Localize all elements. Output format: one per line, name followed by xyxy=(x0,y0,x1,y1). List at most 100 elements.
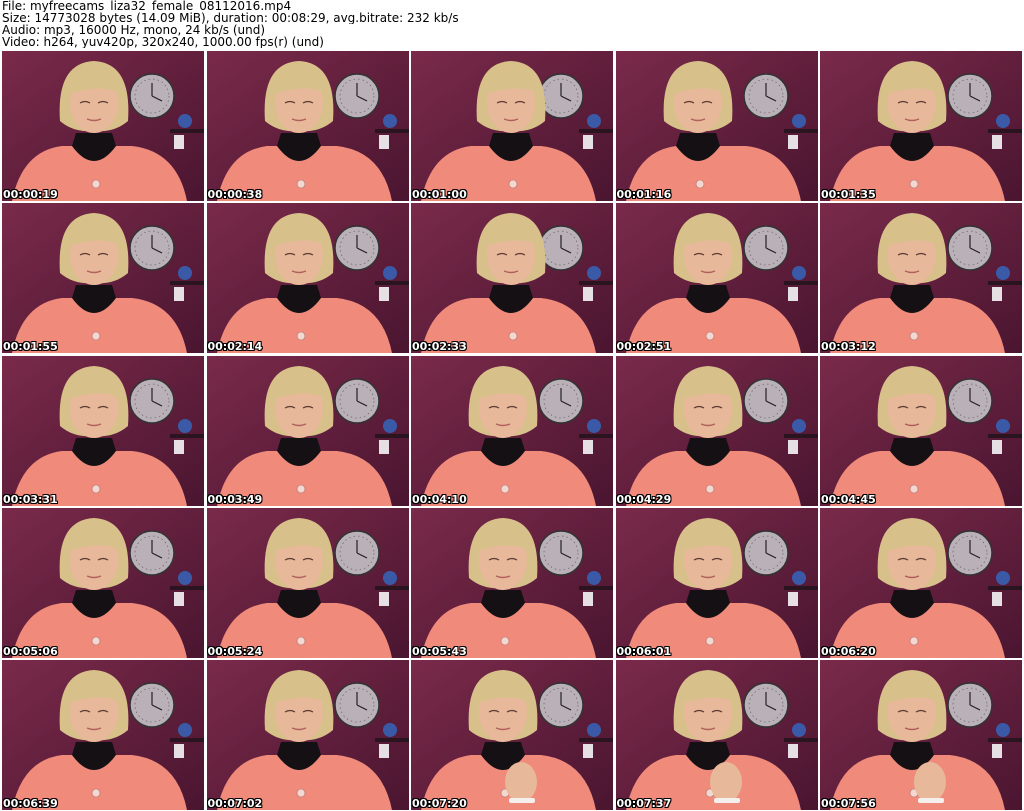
wall-clock-icon xyxy=(742,377,789,424)
video-thumbnail: 00:06:01 xyxy=(615,507,818,658)
video-thumbnail: 00:07:02 xyxy=(206,660,409,810)
wall-clock-icon xyxy=(742,225,789,271)
timestamp-label: 00:03:49 xyxy=(207,492,263,506)
timestamp-label: 00:06:01 xyxy=(616,644,672,658)
file-info-header: File: myfreecams_liza32_female_08112016.… xyxy=(0,0,1024,50)
timestamp-label: 00:06:39 xyxy=(3,797,58,810)
video-thumbnail: 00:04:10 xyxy=(411,355,613,506)
file-size-line: Size: 14773028 bytes (14.09 MiB), durati… xyxy=(2,12,459,24)
webcam-frame xyxy=(615,51,818,201)
video-thumbnail: 00:02:51 xyxy=(615,203,818,354)
video-thumbnail: 00:04:29 xyxy=(615,355,818,506)
webcam-frame xyxy=(2,660,204,810)
webcam-frame xyxy=(411,355,613,506)
wall-clock-icon xyxy=(538,530,584,576)
wall-clock-icon xyxy=(742,73,789,119)
wall-clock-icon xyxy=(538,377,584,424)
webcam-frame xyxy=(615,203,818,354)
webcam-frame xyxy=(820,507,1022,658)
webcam-frame xyxy=(2,507,204,658)
timestamp-label: 00:05:43 xyxy=(412,644,467,658)
video-thumbnail: 00:07:20 xyxy=(411,660,613,810)
wall-clock-icon xyxy=(742,530,789,576)
timestamp-label: 00:04:29 xyxy=(616,492,672,506)
wall-clock-icon xyxy=(129,73,175,119)
video-thumbnail: 00:05:43 xyxy=(411,507,613,658)
wall-clock-icon xyxy=(333,73,380,119)
webcam-frame xyxy=(206,203,409,354)
wall-clock-icon xyxy=(947,682,993,728)
video-thumbnail: 00:00:38 xyxy=(206,51,409,201)
video-thumbnail: 00:05:24 xyxy=(206,507,409,658)
timestamp-label: 00:00:19 xyxy=(3,188,58,201)
video-thumbnail: 00:07:37 xyxy=(615,660,818,810)
webcam-frame xyxy=(206,51,409,201)
video-thumbnail: 00:02:14 xyxy=(206,203,409,354)
video-thumbnail: 00:01:00 xyxy=(411,51,613,201)
webcam-frame xyxy=(2,51,204,201)
webcam-frame xyxy=(820,203,1022,354)
video-thumbnail: 00:06:20 xyxy=(820,507,1022,658)
video-thumbnail: 00:04:45 xyxy=(820,355,1022,506)
timestamp-label: 00:07:02 xyxy=(207,797,263,810)
webcam-frame xyxy=(411,203,613,354)
webcam-frame xyxy=(411,507,613,658)
timestamp-label: 00:07:56 xyxy=(821,797,876,810)
timestamp-label: 00:01:35 xyxy=(821,188,876,201)
video-thumbnail: 00:00:19 xyxy=(2,51,204,201)
video-thumbnail: 00:07:56 xyxy=(820,660,1022,810)
wall-clock-icon xyxy=(947,377,993,424)
timestamp-label: 00:02:33 xyxy=(412,340,467,354)
webcam-frame xyxy=(411,660,613,810)
video-thumbnail: 00:06:39 xyxy=(2,660,204,810)
webcam-frame xyxy=(411,51,613,201)
wall-clock-icon xyxy=(538,682,584,728)
file-name-line: File: myfreecams_liza32_female_08112016.… xyxy=(2,0,292,12)
timestamp-label: 00:06:20 xyxy=(821,644,876,658)
webcam-frame xyxy=(615,507,818,658)
webcam-frame xyxy=(206,660,409,810)
wall-clock-icon xyxy=(947,73,993,119)
wall-clock-icon xyxy=(129,530,175,576)
webcam-frame xyxy=(820,51,1022,201)
timestamp-label: 00:02:14 xyxy=(207,340,263,354)
webcam-frame xyxy=(2,355,204,506)
timestamp-label: 00:04:45 xyxy=(821,492,876,506)
webcam-frame xyxy=(615,355,818,506)
video-thumbnail: 00:01:35 xyxy=(820,51,1022,201)
wall-clock-icon xyxy=(538,225,584,271)
wall-clock-icon xyxy=(333,682,380,728)
timestamp-label: 00:07:20 xyxy=(412,797,467,810)
webcam-frame xyxy=(2,203,204,354)
webcam-frame xyxy=(615,660,818,810)
timestamp-label: 00:03:31 xyxy=(3,492,58,506)
video-thumbnail: 00:03:49 xyxy=(206,355,409,506)
wall-clock-icon xyxy=(129,377,175,424)
wall-clock-icon xyxy=(333,530,380,576)
wall-clock-icon xyxy=(947,530,993,576)
timestamp-label: 00:03:12 xyxy=(821,340,876,354)
timestamp-label: 00:00:38 xyxy=(207,188,263,201)
audio-info-line: Audio: mp3, 16000 Hz, mono, 24 kb/s (und… xyxy=(2,24,266,36)
timestamp-label: 00:04:10 xyxy=(412,492,467,506)
timestamp-label: 00:01:55 xyxy=(3,340,58,354)
timestamp-label: 00:01:00 xyxy=(412,188,467,201)
wall-clock-icon xyxy=(129,682,175,728)
video-info-line: Video: h264, yuv420p, 320x240, 1000.00 f… xyxy=(2,36,324,48)
thumbnail-grid: 00:00:19 00:00:38 00:01:00 00:01:16 00:01:35… xyxy=(2,51,1022,810)
timestamp-label: 00:01:16 xyxy=(616,188,672,201)
webcam-frame xyxy=(206,507,409,658)
timestamp-label: 00:05:24 xyxy=(207,644,263,658)
wall-clock-icon xyxy=(333,377,380,424)
video-thumbnail: 00:02:33 xyxy=(411,203,613,354)
video-thumbnail: 00:01:55 xyxy=(2,203,204,354)
wall-clock-icon xyxy=(129,225,175,271)
timestamp-label: 00:02:51 xyxy=(616,340,672,354)
wall-clock-icon xyxy=(947,225,993,271)
wall-clock-icon xyxy=(538,73,584,119)
video-thumbnail: 00:03:31 xyxy=(2,355,204,506)
webcam-frame xyxy=(820,355,1022,506)
wall-clock-icon xyxy=(742,682,789,728)
wall-clock-icon xyxy=(333,225,380,271)
timestamp-label: 00:07:37 xyxy=(616,797,672,810)
